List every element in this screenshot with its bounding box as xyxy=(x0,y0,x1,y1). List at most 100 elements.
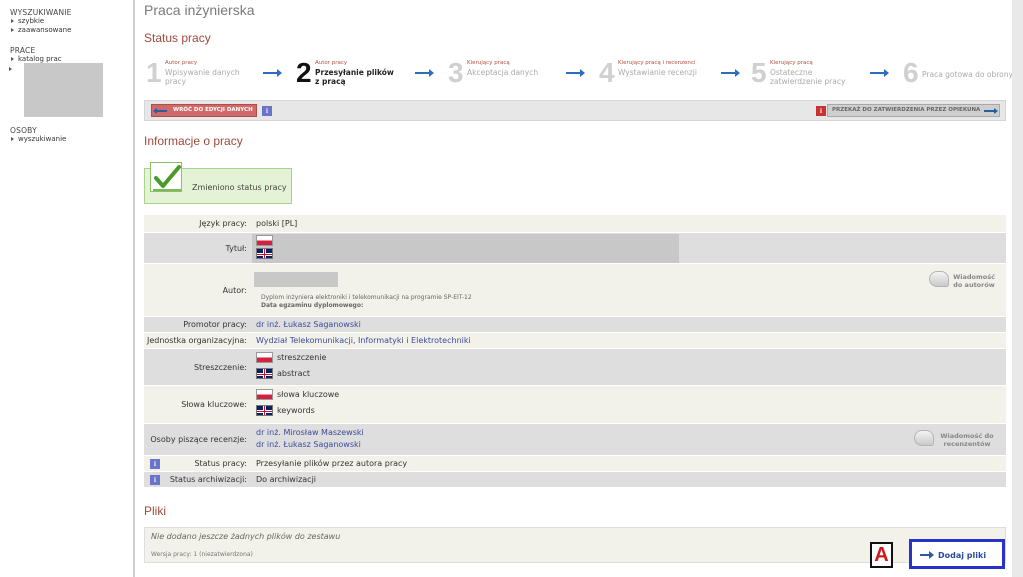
sidebar-works-heading: PRACE xyxy=(10,46,36,55)
step-number: 6 xyxy=(903,57,919,88)
content-panel: Praca inżynierska Status pracy 1 Autor p… xyxy=(137,0,1013,577)
sidebar-link-people-search[interactable]: wyszukiwanie xyxy=(10,135,66,144)
flag-pl-icon xyxy=(256,352,273,363)
table-row: i Status pracy: Przesyłanie plików przez… xyxy=(144,456,1006,472)
step-number: 4 xyxy=(599,57,615,88)
keywords-pl-link[interactable]: słowa kluczowe xyxy=(277,390,339,399)
work-info-table: Język pracy: polski [PL] Tytuł: Autor: D… xyxy=(144,215,1006,488)
status-changed-notice: Zmieniono status pracy xyxy=(144,162,292,204)
step-number: 2 xyxy=(296,57,312,88)
step-number: 1 xyxy=(146,57,162,88)
sidebar-works-section: PRACE katalog prac xyxy=(10,46,62,64)
warning-icon[interactable]: i xyxy=(816,106,826,116)
files-version: Wersja pracy: 1 (niezatwierdzona) xyxy=(151,551,253,558)
flag-pl-icon xyxy=(256,235,273,246)
table-row: Streszczenie: streszczenie abstract xyxy=(144,349,1006,386)
author-exam-date: Data egzaminu dyplomowego: xyxy=(261,302,364,309)
sidebar-link-advanced-search[interactable]: zaawansowane xyxy=(10,26,72,35)
info-section-title: Informacje o pracy xyxy=(144,134,243,148)
reviewer-2-link[interactable]: dr inż. Łukasz Saganowski xyxy=(256,439,364,451)
promotor-label: Promotor pracy: xyxy=(183,320,247,329)
message-authors-button[interactable]: Wiadomość do autorów xyxy=(952,273,996,289)
sidebar-link-quick-search[interactable]: szybkie xyxy=(10,17,72,26)
step-arrow-icon xyxy=(263,69,282,77)
abstract-pl-link[interactable]: streszczenie xyxy=(277,353,326,362)
language-label: Język pracy: xyxy=(199,219,247,228)
title-flags xyxy=(256,235,277,259)
step-label: Akceptacja danych xyxy=(467,68,539,77)
scrollbar[interactable] xyxy=(1012,0,1023,577)
step-actor: Kierujący pracą xyxy=(770,60,813,66)
status-step-5: 5 Kierujący pracą Ostateczne zatwierdzen… xyxy=(751,58,861,88)
step-label: Ostateczne zatwierdzenie pracy xyxy=(770,68,846,86)
language-value: polski [PL] xyxy=(256,219,297,228)
reviewer-1-link[interactable]: dr inż. Mirosław Maszewski xyxy=(256,427,364,439)
step-label: Wpisywanie danych pracy xyxy=(165,68,240,86)
keywords-en-link[interactable]: keywords xyxy=(277,406,315,415)
table-row: Jednostka organizacyjna: Wydział Telekom… xyxy=(144,333,1006,349)
title-redacted-box xyxy=(252,234,679,263)
status-step-4: 4 Kierujący pracą i recenzenci Wystawian… xyxy=(599,58,709,88)
step-label: Praca gotowa do obrony xyxy=(922,70,1013,79)
arrow-left-icon xyxy=(153,108,167,113)
step-label: Wystawianie recenzji xyxy=(618,68,697,77)
back-to-edit-label: WRÓĆ DO EDYCJI DANYCH xyxy=(173,107,253,113)
step-arrow-icon xyxy=(870,69,889,77)
step-arrow-icon xyxy=(566,69,585,77)
keywords-values: słowa kluczowe keywords xyxy=(256,389,339,416)
status-action-bar: WRÓĆ DO EDYCJI DANYCH i i PRZEKAŻ DO ZAT… xyxy=(144,100,1006,121)
flag-gb-icon xyxy=(256,405,273,416)
sidebar-people-section: OSOBY wyszukiwanie xyxy=(10,126,66,144)
sidebar-placeholder-box xyxy=(24,63,103,117)
forward-to-supervisor-button[interactable]: PRZEKAŻ DO ZATWIERDZENIA PRZEZ OPIEKUNA xyxy=(827,104,1000,117)
notice-text: Zmieniono status pracy xyxy=(192,183,287,192)
step-arrow-icon xyxy=(721,69,740,77)
abstract-label: Streszczenie: xyxy=(193,362,247,372)
archive-status-label: Status archiwizacji: xyxy=(169,475,247,484)
table-row: Promotor pracy: dr inż. Łukasz Saganowsk… xyxy=(144,317,1006,333)
language-name: polski xyxy=(256,219,280,228)
message-reviewers-icon[interactable] xyxy=(914,430,934,446)
flag-gb-icon xyxy=(256,368,273,379)
archive-status-value: Do archiwizacji xyxy=(256,475,317,484)
promotor-link[interactable]: dr inż. Łukasz Saganowski xyxy=(256,320,361,329)
main-area: Praca inżynierska Status pracy 1 Autor p… xyxy=(137,0,1023,577)
abstract-en-link[interactable]: abstract xyxy=(277,369,310,378)
step-actor: Kierujący pracą i recenzenci xyxy=(618,60,696,66)
arrow-right-icon xyxy=(984,108,998,113)
table-row: Język pracy: polski [PL] xyxy=(144,215,1006,233)
step-label: Przesyłanie plików z pracą xyxy=(315,68,394,86)
sidebar-people-heading: OSOBY xyxy=(10,126,37,135)
files-empty-message: Nie dodano jeszcze żadnych plików do zes… xyxy=(151,532,341,541)
sidebar: WYSZUKIWANIE szybkie zaawansowane PRACE … xyxy=(0,0,135,577)
sidebar-search-heading: WYSZUKIWANIE xyxy=(10,8,72,17)
table-row: Tytuł: xyxy=(144,233,1006,264)
message-reviewers-button[interactable]: Wiadomość do recenzentów xyxy=(936,432,998,448)
language-code: [PL] xyxy=(281,219,298,228)
step-arrow-icon xyxy=(415,69,434,77)
back-to-edit-button[interactable]: WRÓĆ DO EDYCJI DANYCH xyxy=(151,104,257,117)
info-icon[interactable]: i xyxy=(262,106,272,116)
unit-label: Jednostka organizacyjna: xyxy=(146,336,247,345)
reviewers-label: Osoby piszące recenzje: xyxy=(150,435,247,444)
step-actor: Autor pracy xyxy=(315,60,348,66)
table-row: i Status archiwizacji: Do archiwizacji xyxy=(144,472,1006,488)
status-step-6: 6 Praca gotowa do obrony xyxy=(903,57,1013,88)
step-number: 3 xyxy=(448,57,464,88)
arrow-right-icon xyxy=(920,551,934,559)
work-status-label: Status pracy: xyxy=(194,459,247,468)
unit-link[interactable]: Wydział Telekomunikacji, Informatyki i E… xyxy=(256,336,471,345)
author-redacted-box xyxy=(254,272,338,287)
sidebar-search-section: WYSZUKIWANIE szybkie zaawansowane xyxy=(10,8,72,34)
step-number: 5 xyxy=(751,57,767,88)
author-label: Autor: xyxy=(222,285,247,295)
abstract-values: streszczenie abstract xyxy=(256,352,326,379)
status-step-1: 1 Autor pracy Wpisywanie danych pracy xyxy=(146,58,256,88)
message-authors-icon[interactable] xyxy=(929,271,949,287)
add-files-label: Dodaj pliki xyxy=(938,551,987,560)
status-step-3: 3 Kierujący pracą Akceptacja danych xyxy=(448,58,558,88)
sidebar-expand-arrow-icon[interactable] xyxy=(9,67,12,71)
add-files-button[interactable]: Dodaj pliki xyxy=(909,539,1005,569)
step-actor: Autor pracy xyxy=(165,60,198,66)
step-actor: Kierujący pracą xyxy=(467,60,510,66)
